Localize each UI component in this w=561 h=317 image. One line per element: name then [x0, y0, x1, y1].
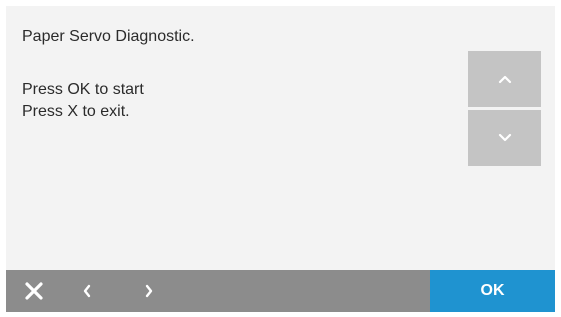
close-icon — [25, 282, 43, 300]
ok-button-label: OK — [480, 282, 505, 299]
message-line-exit: Press X to exit. — [22, 103, 130, 120]
chevron-right-icon — [145, 284, 153, 298]
printer-screen: Paper Servo Diagnostic. Press OK to star… — [0, 0, 561, 317]
scroll-up-button[interactable] — [468, 51, 541, 107]
message-line-ok: Press OK to start — [22, 81, 144, 98]
dialog-panel: Paper Servo Diagnostic. Press OK to star… — [6, 6, 555, 312]
chevron-down-icon — [498, 133, 511, 142]
next-button[interactable] — [134, 270, 164, 312]
chevron-up-icon — [498, 75, 511, 84]
scroll-down-button[interactable] — [468, 110, 541, 166]
exit-button[interactable] — [14, 270, 54, 312]
back-button[interactable] — [72, 270, 102, 312]
message-area: Paper Servo Diagnostic. Press OK to star… — [6, 6, 555, 270]
bottom-action-bar: OK — [6, 270, 555, 312]
chevron-left-icon — [83, 284, 91, 298]
ok-button[interactable]: OK — [430, 270, 555, 312]
message-title: Paper Servo Diagnostic. — [22, 28, 195, 45]
